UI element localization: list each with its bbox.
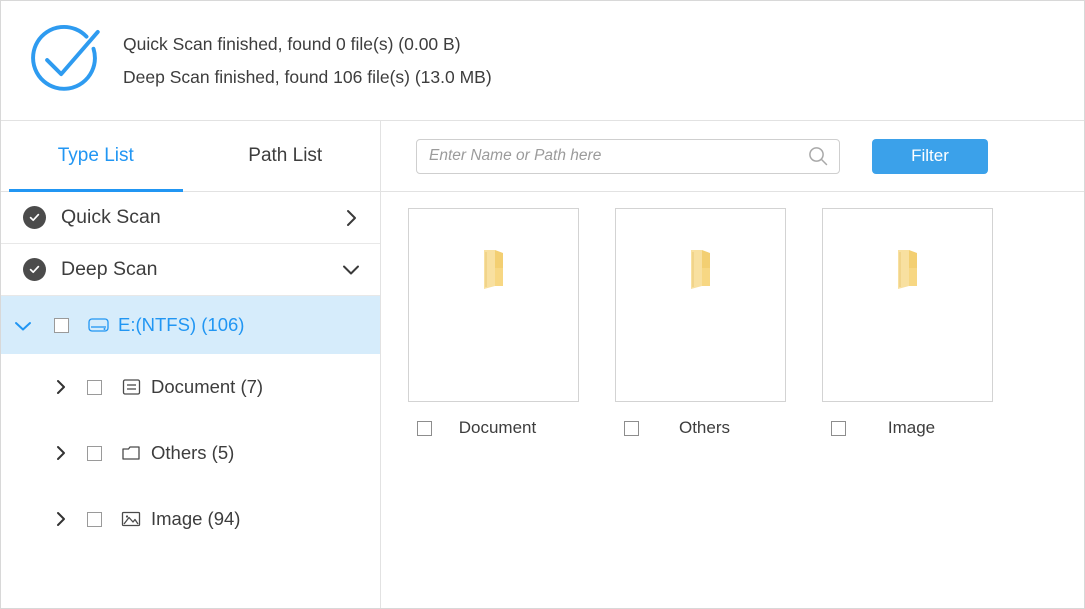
check-filled-icon xyxy=(23,258,46,281)
tab-type-list-label: Type List xyxy=(57,145,134,166)
content-panel: Filter xyxy=(381,121,1084,608)
scan-row-deep-label: Deep Scan xyxy=(61,258,158,280)
chevron-right-icon[interactable] xyxy=(49,378,73,396)
folder-thumb-icon xyxy=(688,246,714,297)
tile-cell-document: Document xyxy=(408,208,579,446)
tile-footer-others: Others xyxy=(615,410,786,446)
quick-scan-summary: Quick Scan finished, found 0 file(s) (0.… xyxy=(123,34,461,54)
scan-row-quick-label: Quick Scan xyxy=(61,206,161,228)
tree-checkbox-document[interactable] xyxy=(87,379,102,395)
content-toolbar: Filter xyxy=(381,121,1084,192)
search-field-wrapper xyxy=(416,138,840,174)
scan-row-quick[interactable]: Quick Scan xyxy=(1,192,380,244)
search-input[interactable] xyxy=(416,138,840,174)
drive-icon xyxy=(87,315,109,335)
tile-checkbox-image[interactable] xyxy=(831,420,846,436)
tile-label-others: Others xyxy=(678,418,731,437)
tile-label-image: Image xyxy=(887,418,936,437)
deep-scan-summary: Deep Scan finished, found 106 file(s) (1… xyxy=(123,67,492,87)
chevron-right-icon[interactable] xyxy=(49,510,73,528)
tile-grid: Document Others Image xyxy=(381,192,1084,446)
tree-row-document-label: Document (7) xyxy=(151,376,264,397)
folder-thumb-icon xyxy=(481,246,507,297)
chevron-right-icon[interactable] xyxy=(49,444,73,462)
tile-document[interactable] xyxy=(408,208,579,402)
tree-row-image-label: Image (94) xyxy=(151,508,241,529)
tree-row-others-label: Others (5) xyxy=(151,442,235,463)
tree-checkbox-image[interactable] xyxy=(87,511,102,527)
scan-result-tree: E:(NTFS) (106) Document (7) Others (5) I… xyxy=(1,296,380,552)
chevron-down-icon[interactable] xyxy=(11,319,35,332)
tile-footer-document: Document xyxy=(408,410,579,446)
folder-thumb-icon xyxy=(895,246,921,297)
tab-path-list[interactable]: Path List xyxy=(191,121,381,191)
tab-type-list[interactable]: Type List xyxy=(1,121,191,192)
tree-row-image[interactable]: Image (94) xyxy=(1,486,380,552)
chevron-right-icon[interactable] xyxy=(340,208,362,228)
tree-row-drive-e[interactable]: E:(NTFS) (106) xyxy=(1,296,380,354)
chevron-down-icon[interactable] xyxy=(340,263,362,276)
folder-icon xyxy=(120,443,142,463)
check-filled-icon xyxy=(23,206,46,229)
tree-checkbox-others[interactable] xyxy=(87,445,102,461)
tile-cell-others: Others xyxy=(615,208,786,446)
tile-others[interactable] xyxy=(615,208,786,402)
document-icon xyxy=(120,377,142,397)
tab-path-list-label: Path List xyxy=(248,145,323,166)
scan-result-window: Quick Scan finished, found 0 file(s) (0.… xyxy=(0,0,1085,609)
scan-summary-header: Quick Scan finished, found 0 file(s) (0.… xyxy=(1,1,1084,121)
filter-button[interactable]: Filter xyxy=(872,138,988,174)
tile-footer-image: Image xyxy=(822,410,993,446)
scan-row-deep[interactable]: Deep Scan xyxy=(1,244,380,296)
tree-row-drive-e-label: E:(NTFS) (106) xyxy=(118,314,245,335)
tree-checkbox-drive-e[interactable] xyxy=(54,317,69,333)
sidebar-tabs: Type List Path List xyxy=(1,121,380,192)
check-circle-icon xyxy=(1,13,109,109)
scan-summary-text: Quick Scan finished, found 0 file(s) (0.… xyxy=(109,34,492,87)
sidebar-panel: Type List Path List Quick Scan Deep Scan… xyxy=(1,121,381,608)
tile-checkbox-others[interactable] xyxy=(624,420,639,436)
main-body: Type List Path List Quick Scan Deep Scan… xyxy=(1,121,1084,608)
tile-checkbox-document[interactable] xyxy=(417,420,432,436)
tree-row-document[interactable]: Document (7) xyxy=(1,354,380,420)
tree-row-others[interactable]: Others (5) xyxy=(1,420,380,486)
tile-label-document: Document xyxy=(458,418,537,437)
tile-image[interactable] xyxy=(822,208,993,402)
image-icon xyxy=(120,509,142,529)
tile-cell-image: Image xyxy=(822,208,993,446)
